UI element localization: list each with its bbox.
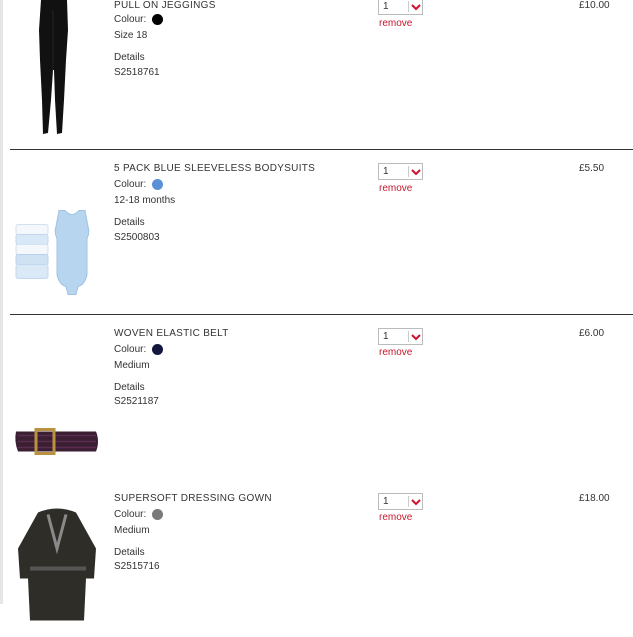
colour-swatch [152,14,164,25]
size-text: Medium [114,360,150,371]
quantity-divider [408,331,409,342]
product-code: S2521187 [114,396,159,407]
product-title[interactable]: WOVEN ELASTIC BELT [114,328,229,339]
price: £6.00 [579,328,605,339]
quantity-select[interactable]: 1 [378,0,423,15]
colour-swatch [152,344,164,355]
price: £5.50 [579,163,605,174]
quantity-value: 1 [383,166,389,177]
quantity-divider [408,166,409,177]
size-text: Medium [114,525,150,536]
product-title[interactable]: SUPERSOFT DRESSING GOWN [114,493,272,504]
colour-row: Colour: [114,344,164,355]
remove-link[interactable]: remove [379,512,412,523]
quantity-value: 1 [383,1,389,12]
remove-link[interactable]: remove [379,183,412,194]
item-divider [10,314,633,315]
product-code: S2518761 [114,67,160,78]
quantity-value: 1 [383,496,389,507]
details-link[interactable]: Details [114,52,145,63]
product-image-bodysuits[interactable] [10,180,105,325]
page-left-border [0,0,3,604]
colour-row: Colour: [114,179,164,190]
product-title[interactable]: PULL ON JEGGINGS [114,0,216,11]
chevron-down-icon[interactable] [410,1,422,13]
product-image-jeggings[interactable] [10,0,105,145]
product-code: S2500803 [114,232,160,243]
item-divider [10,149,633,150]
colour-label: Colour: [114,509,147,520]
chevron-down-icon[interactable] [410,166,422,178]
quantity-select[interactable]: 1 [378,493,423,510]
price: £18.00 [579,493,610,504]
price: £10.00 [579,0,610,11]
remove-link[interactable]: remove [379,18,412,29]
colour-label: Colour: [114,14,147,25]
quantity-select[interactable]: 1 [378,328,423,345]
size-text: 12-18 months [114,195,176,206]
colour-swatch [152,179,164,190]
quantity-select[interactable]: 1 [378,163,423,180]
details-link[interactable]: Details [114,217,145,228]
colour-label: Colour: [114,344,147,355]
product-image-dressing-gown[interactable] [10,492,105,637]
quantity-divider [408,496,409,507]
quantity-divider [408,1,409,12]
chevron-down-icon[interactable] [410,331,422,343]
colour-row: Colour: [114,509,164,520]
colour-row: Colour: [114,14,164,25]
colour-swatch [152,509,164,520]
product-title[interactable]: 5 PACK BLUE SLEEVELESS BODYSUITS [114,163,315,174]
details-link[interactable]: Details [114,382,145,393]
quantity-value: 1 [383,331,389,342]
remove-link[interactable]: remove [379,347,412,358]
colour-label: Colour: [114,179,147,190]
details-link[interactable]: Details [114,547,145,558]
chevron-down-icon[interactable] [410,496,422,508]
product-code: S2515716 [114,561,160,572]
size-text: Size 18 [114,30,148,41]
